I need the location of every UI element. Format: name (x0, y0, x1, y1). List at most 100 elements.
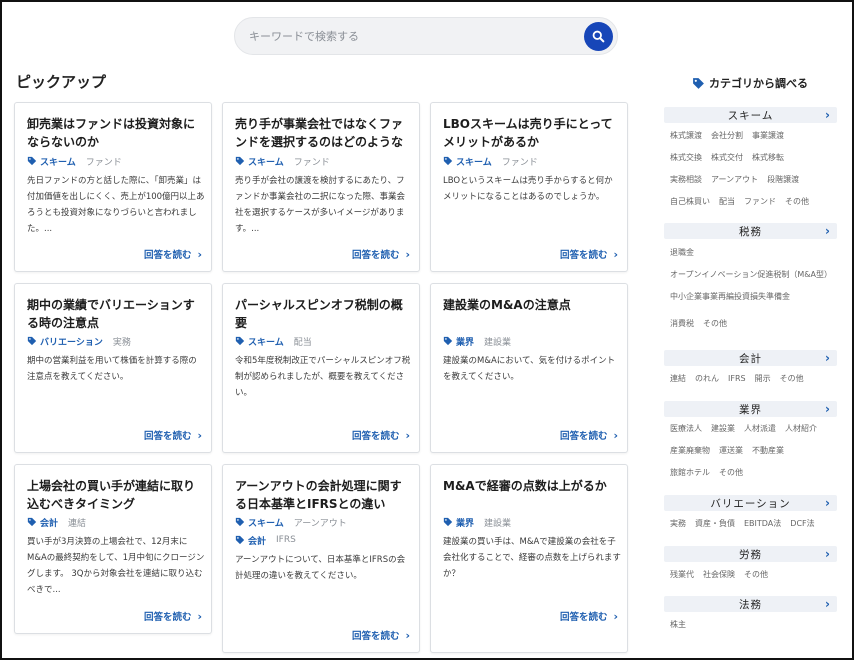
subcategory-tag[interactable]: 実務 (113, 335, 131, 348)
category-sidebar-title: カテゴリから調べる (670, 75, 830, 91)
category-tag[interactable]: スキーム (248, 516, 284, 529)
category-link[interactable]: オープンイノベーション促進税制（M&A型） (670, 269, 832, 280)
category-link[interactable]: 人材派遣 (744, 418, 776, 440)
category-link[interactable]: 事業譲渡 (752, 125, 784, 147)
card-title[interactable]: パーシャルスピンオフ税制の概要 (235, 296, 413, 332)
card-title[interactable]: 上場会社の買い手が連結に取り込むべきタイミング (27, 477, 205, 513)
category-tag[interactable]: 会計 (248, 534, 266, 547)
category-tag[interactable]: スキーム (248, 155, 284, 168)
category-link[interactable]: 株式移転 (752, 147, 784, 169)
read-answer-link[interactable]: 回答を読む › (144, 609, 202, 624)
category-header-industry[interactable]: 業界 › (664, 401, 837, 417)
category-link[interactable]: 中小企業事業再編投資損失準備金 (670, 291, 829, 302)
category-link[interactable]: 実務相談 (670, 169, 702, 191)
category-link[interactable]: 実務 (670, 513, 686, 535)
category-link[interactable]: その他 (785, 191, 809, 213)
category-link[interactable]: その他 (744, 564, 768, 586)
category-link[interactable]: 社会保険 (703, 564, 735, 586)
category-link[interactable]: 連結 (670, 368, 686, 390)
card-title[interactable]: 期中の業績でバリエーションする時の注意点 (27, 296, 205, 332)
category-header-labor[interactable]: 労務 › (664, 546, 837, 562)
category-link[interactable]: 自己株買い (670, 191, 710, 213)
category-link[interactable]: 建設業 (711, 418, 735, 440)
search-input[interactable] (249, 18, 569, 54)
subcategory-tag[interactable]: 配当 (294, 335, 312, 348)
category-tag[interactable]: バリエーション (40, 335, 103, 348)
category-link[interactable]: 株式交換 (670, 147, 702, 169)
card-title[interactable]: 卸売業はファンドは投資対象にならないのか (27, 115, 205, 151)
subcategory-tag[interactable]: ファンド (86, 155, 122, 168)
subcategory-tag[interactable]: 建設業 (484, 516, 511, 529)
subcategory-tag[interactable]: ファンド (502, 155, 538, 168)
category-link[interactable]: のれん (695, 368, 719, 390)
category-link[interactable]: 開示 (755, 368, 771, 390)
read-answer-label: 回答を読む (351, 431, 400, 442)
category-tag[interactable]: スキーム (456, 155, 492, 168)
tag-row: 会計 IFRS (235, 533, 296, 547)
category-link[interactable]: 消費税 (670, 318, 694, 329)
category-header-valuation[interactable]: バリエーション › (664, 495, 837, 511)
subcategory-tag[interactable]: ファンド (294, 155, 330, 168)
subcategory-tag[interactable]: 建設業 (484, 335, 511, 348)
read-answer-link[interactable]: 回答を読む › (560, 609, 618, 624)
question-card[interactable]: パーシャルスピンオフ税制の概要 スキーム 配当 令和5年度税制改正でパーシャルス… (222, 283, 420, 453)
category-header-accounting[interactable]: 会計 › (664, 350, 837, 366)
category-link[interactable]: 資産・負債 (695, 513, 735, 535)
search-button[interactable] (584, 22, 613, 51)
category-header-scheme[interactable]: スキーム › (664, 107, 837, 123)
category-links-legal: 株主 (670, 614, 838, 636)
category-link[interactable]: その他 (719, 462, 743, 484)
read-answer-link[interactable]: 回答を読む › (560, 428, 618, 443)
subcategory-tag[interactable]: 連結 (68, 516, 86, 529)
read-answer-link[interactable]: 回答を読む › (144, 247, 202, 262)
category-link[interactable]: アーンアウト (711, 169, 758, 191)
category-link[interactable]: ファンド (744, 191, 776, 213)
subcategory-tag[interactable]: IFRS (276, 535, 296, 545)
category-link[interactable]: その他 (780, 368, 804, 390)
card-title[interactable]: アーンアウトの会計処理に関する日本基準とIFRSとの違い (235, 477, 413, 513)
category-tag[interactable]: 業界 (456, 335, 474, 348)
card-title[interactable]: M&Aで経審の点数は上がるか (443, 477, 621, 495)
card-title[interactable]: 売り手が事業会社ではなくファンドを選択するのはどのようなケ... (235, 115, 413, 153)
question-card[interactable]: 建設業のM&Aの注意点 業界 建設業 建設業のM&Aにおいて、気を付けるポイント… (430, 283, 628, 453)
category-link[interactable]: 段階譲渡 (767, 169, 799, 191)
category-header-tax[interactable]: 税務 › (664, 223, 837, 239)
read-answer-link[interactable]: 回答を読む › (352, 628, 410, 643)
category-link[interactable]: 運送業 (719, 440, 743, 462)
category-link[interactable]: 会社分割 (711, 125, 743, 147)
category-link[interactable]: 旅館ホテル (670, 462, 710, 484)
read-answer-link[interactable]: 回答を読む › (560, 247, 618, 262)
card-title[interactable]: LBOスキームは売り手にとってメリットがあるか (443, 115, 621, 151)
category-link[interactable]: 株式譲渡 (670, 125, 702, 147)
read-answer-link[interactable]: 回答を読む › (144, 428, 202, 443)
category-link[interactable]: 退職金 (670, 247, 829, 258)
category-link[interactable]: EBITDA法 (744, 513, 781, 535)
category-link[interactable]: 医療法人 (670, 418, 702, 440)
question-card[interactable]: 上場会社の買い手が連結に取り込むべきタイミング 会計 連結 買い手が3月決算の上… (14, 464, 212, 634)
question-card[interactable]: 期中の業績でバリエーションする時の注意点 バリエーション 実務 期中の営業利益を… (14, 283, 212, 453)
question-card[interactable]: 卸売業はファンドは投資対象にならないのか スキーム ファンド 先日ファンドの方と… (14, 102, 212, 272)
category-tag[interactable]: スキーム (40, 155, 76, 168)
category-link[interactable]: 人材紹介 (785, 418, 817, 440)
subcategory-tag[interactable]: アーンアウト (294, 516, 347, 529)
card-title[interactable]: 建設業のM&Aの注意点 (443, 296, 621, 314)
read-answer-link[interactable]: 回答を読む › (351, 428, 410, 443)
category-link[interactable]: その他 (703, 318, 727, 329)
question-card[interactable]: LBOスキームは売り手にとってメリットがあるか スキーム ファンド LBOという… (430, 102, 628, 272)
category-link[interactable]: IFRS (728, 368, 746, 390)
category-link[interactable]: 残業代 (670, 564, 694, 586)
category-link[interactable]: 産業廃棄物 (670, 440, 710, 462)
category-link[interactable]: DCF法 (790, 513, 814, 535)
category-header-legal[interactable]: 法務 › (664, 596, 837, 612)
category-tag[interactable]: 業界 (456, 516, 474, 529)
question-card[interactable]: アーンアウトの会計処理に関する日本基準とIFRSとの違い スキーム アーンアウト… (222, 464, 420, 653)
category-link[interactable]: 不動産業 (752, 440, 784, 462)
category-link[interactable]: 配当 (719, 191, 735, 213)
read-answer-link[interactable]: 回答を読む › (352, 247, 410, 262)
question-card[interactable]: M&Aで経審の点数は上がるか 業界 建設業 建設業の買い手は、M&Aで建設業の会… (430, 464, 628, 653)
category-tag[interactable]: 会計 (40, 516, 58, 529)
category-tag[interactable]: スキーム (248, 335, 284, 348)
category-link[interactable]: 株式交付 (711, 147, 743, 169)
category-link[interactable]: 株主 (670, 614, 686, 636)
question-card[interactable]: 売り手が事業会社ではなくファンドを選択するのはどのようなケ... スキーム ファ… (222, 102, 420, 272)
